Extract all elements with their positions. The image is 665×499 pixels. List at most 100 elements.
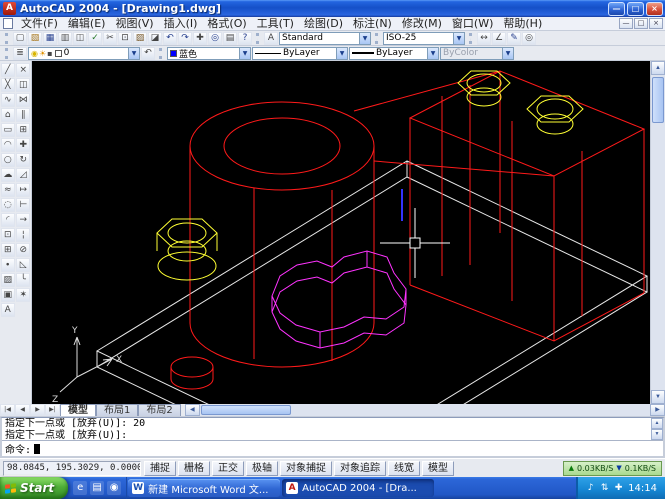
color-dropdown[interactable]: 蓝色 ▼ bbox=[167, 47, 251, 60]
move-icon[interactable]: ✚ bbox=[16, 138, 30, 152]
copy-icon[interactable]: ⊡ bbox=[118, 32, 132, 45]
layer-previous-icon[interactable]: ↶ bbox=[141, 47, 155, 60]
revision-cloud-icon[interactable]: ☁ bbox=[1, 168, 15, 182]
ortho-toggle[interactable]: 正交 bbox=[212, 461, 244, 476]
redo-icon[interactable]: ↷ bbox=[178, 32, 192, 45]
region-icon[interactable]: ▣ bbox=[1, 288, 15, 302]
menu-tools[interactable]: 工具(T) bbox=[252, 17, 299, 30]
vertical-scrollbar[interactable]: ▲ ▼ bbox=[650, 61, 665, 404]
chevron-down-icon[interactable]: ▼ bbox=[336, 48, 347, 59]
properties-icon[interactable]: ▤ bbox=[223, 32, 237, 45]
new-file-icon[interactable]: ▢ bbox=[13, 32, 27, 45]
break-at-point-icon[interactable]: ¦ bbox=[16, 228, 30, 242]
menu-dimension[interactable]: 标注(N) bbox=[348, 17, 397, 30]
pan-icon[interactable]: ✚ bbox=[193, 32, 207, 45]
lineweight-toggle[interactable]: 线宽 bbox=[388, 461, 420, 476]
lineweight-dropdown[interactable]: ByLayer ▼ bbox=[349, 47, 439, 60]
chevron-down-icon[interactable]: ▼ bbox=[359, 33, 370, 44]
menu-draw[interactable]: 绘图(D) bbox=[299, 17, 348, 30]
menu-insert[interactable]: 插入(I) bbox=[159, 17, 203, 30]
child-minimize-button[interactable]: — bbox=[619, 18, 633, 29]
layer-manager-icon[interactable]: ≣ bbox=[13, 47, 27, 60]
array-icon[interactable]: ⊞ bbox=[16, 123, 30, 137]
polar-toggle[interactable]: 极轴 bbox=[246, 461, 278, 476]
spelling-icon[interactable]: ✓ bbox=[88, 32, 102, 45]
otrack-toggle[interactable]: 对象追踪 bbox=[334, 461, 386, 476]
undo-icon[interactable]: ↶ bbox=[163, 32, 177, 45]
menu-window[interactable]: 窗口(W) bbox=[447, 17, 498, 30]
construction-line-icon[interactable]: ╳ bbox=[1, 78, 15, 92]
toolbar-grip[interactable] bbox=[469, 33, 473, 44]
open-file-icon[interactable]: ▧ bbox=[28, 32, 42, 45]
drawing-area[interactable]: Y X Z bbox=[32, 61, 650, 404]
dim-style-dropdown[interactable]: ISO-25 ▼ bbox=[383, 32, 465, 45]
tab-scroll-last-button[interactable]: ▶| bbox=[45, 404, 60, 416]
match-properties-icon[interactable]: ◪ bbox=[148, 32, 162, 45]
dim-linear-icon[interactable]: ↔ bbox=[477, 32, 491, 45]
taskbar-task-autocad[interactable]: A AutoCAD 2004 - [Dra... bbox=[282, 479, 434, 497]
zoom-window-icon[interactable]: ◎ bbox=[522, 32, 536, 45]
zoom-realtime-icon[interactable]: ◎ bbox=[208, 32, 222, 45]
model-space-toggle[interactable]: 模型 bbox=[422, 461, 454, 476]
drawing-file-icon[interactable] bbox=[3, 18, 13, 29]
linetype-dropdown[interactable]: ByLayer ▼ bbox=[252, 47, 348, 60]
toolbar-grip[interactable] bbox=[5, 33, 9, 44]
child-close-button[interactable]: × bbox=[649, 18, 663, 29]
tab-scroll-prev-button[interactable]: ◀ bbox=[15, 404, 30, 416]
taskbar-task-word[interactable]: W 新建 Microsoft Word 文... bbox=[128, 479, 280, 497]
multiline-text-icon[interactable]: A bbox=[1, 303, 15, 317]
command-input-line[interactable]: 命令: bbox=[2, 441, 663, 456]
toolbar-grip[interactable] bbox=[256, 33, 260, 44]
plot-icon[interactable]: ▥ bbox=[58, 32, 72, 45]
scale-icon[interactable]: ◿ bbox=[16, 168, 30, 182]
toolbar-grip[interactable] bbox=[375, 33, 379, 44]
maximize-button[interactable]: □ bbox=[627, 2, 644, 16]
horizontal-scrollbar[interactable]: ◀ ▶ bbox=[185, 404, 665, 416]
horizontal-scroll-track[interactable] bbox=[200, 404, 650, 416]
cut-icon[interactable]: ✂ bbox=[103, 32, 117, 45]
osnap-toggle[interactable]: 对象捕捉 bbox=[280, 461, 332, 476]
start-button[interactable]: Start bbox=[0, 477, 68, 499]
scroll-up-icon[interactable]: ▲ bbox=[651, 418, 663, 429]
tab-layout1[interactable]: 布局1 bbox=[96, 404, 138, 416]
scroll-down-icon[interactable]: ▼ bbox=[651, 429, 663, 440]
command-history[interactable]: 指定下一点或 [放弃(U)]: 20 指定下一点或 [放弃(U)]: ▲ ▼ bbox=[2, 418, 663, 441]
menu-view[interactable]: 视图(V) bbox=[110, 17, 158, 30]
tray-network-icon[interactable]: ⇅ bbox=[599, 483, 610, 493]
stretch-icon[interactable]: ↦ bbox=[16, 183, 30, 197]
insert-block-icon[interactable]: ⊡ bbox=[1, 228, 15, 242]
vertical-scroll-track[interactable] bbox=[651, 75, 665, 390]
copy-object-icon[interactable]: ◫ bbox=[16, 78, 30, 92]
rectangle-icon[interactable]: ▭ bbox=[1, 123, 15, 137]
chevron-down-icon[interactable]: ▼ bbox=[128, 48, 139, 59]
tray-volume-icon[interactable]: ♪ bbox=[585, 483, 596, 493]
menu-format[interactable]: 格式(O) bbox=[202, 17, 251, 30]
close-button[interactable]: × bbox=[646, 2, 663, 16]
command-window[interactable]: 指定下一点或 [放弃(U)]: 20 指定下一点或 [放弃(U)]: ▲ ▼ 命… bbox=[0, 417, 665, 458]
plot-preview-icon[interactable]: ◫ bbox=[73, 32, 87, 45]
offset-icon[interactable]: ∥ bbox=[16, 108, 30, 122]
break-icon[interactable]: ⊘ bbox=[16, 243, 30, 257]
line-icon[interactable]: ╱ bbox=[1, 63, 15, 77]
text-style-manager-icon[interactable]: A bbox=[264, 32, 278, 45]
scroll-left-icon[interactable]: ◀ bbox=[185, 404, 200, 416]
snap-toggle[interactable]: 捕捉 bbox=[144, 461, 176, 476]
menu-help[interactable]: 帮助(H) bbox=[498, 17, 547, 30]
polyline-icon[interactable]: ∿ bbox=[1, 93, 15, 107]
quicklaunch-ie-icon[interactable]: e bbox=[73, 481, 87, 495]
quicklaunch-media-player-icon[interactable]: ◉ bbox=[107, 481, 121, 495]
tab-model[interactable]: 模型 bbox=[60, 404, 96, 416]
scroll-down-icon[interactable]: ▼ bbox=[651, 390, 665, 404]
make-block-icon[interactable]: ⊞ bbox=[1, 243, 15, 257]
save-icon[interactable]: ▦ bbox=[43, 32, 57, 45]
polygon-icon[interactable]: ⌂ bbox=[1, 108, 15, 122]
quicklaunch-show-desktop-icon[interactable]: ▤ bbox=[90, 481, 104, 495]
horizontal-scroll-thumb[interactable] bbox=[201, 405, 291, 415]
rotate-icon[interactable]: ↻ bbox=[16, 153, 30, 167]
dim-angular-icon[interactable]: ∠ bbox=[492, 32, 506, 45]
tab-scroll-next-button[interactable]: ▶ bbox=[30, 404, 45, 416]
minimize-button[interactable]: — bbox=[608, 2, 625, 16]
chevron-down-icon[interactable]: ▼ bbox=[239, 48, 250, 59]
extend-icon[interactable]: → bbox=[16, 213, 30, 227]
ellipse-arc-icon[interactable]: ◜ bbox=[1, 213, 15, 227]
